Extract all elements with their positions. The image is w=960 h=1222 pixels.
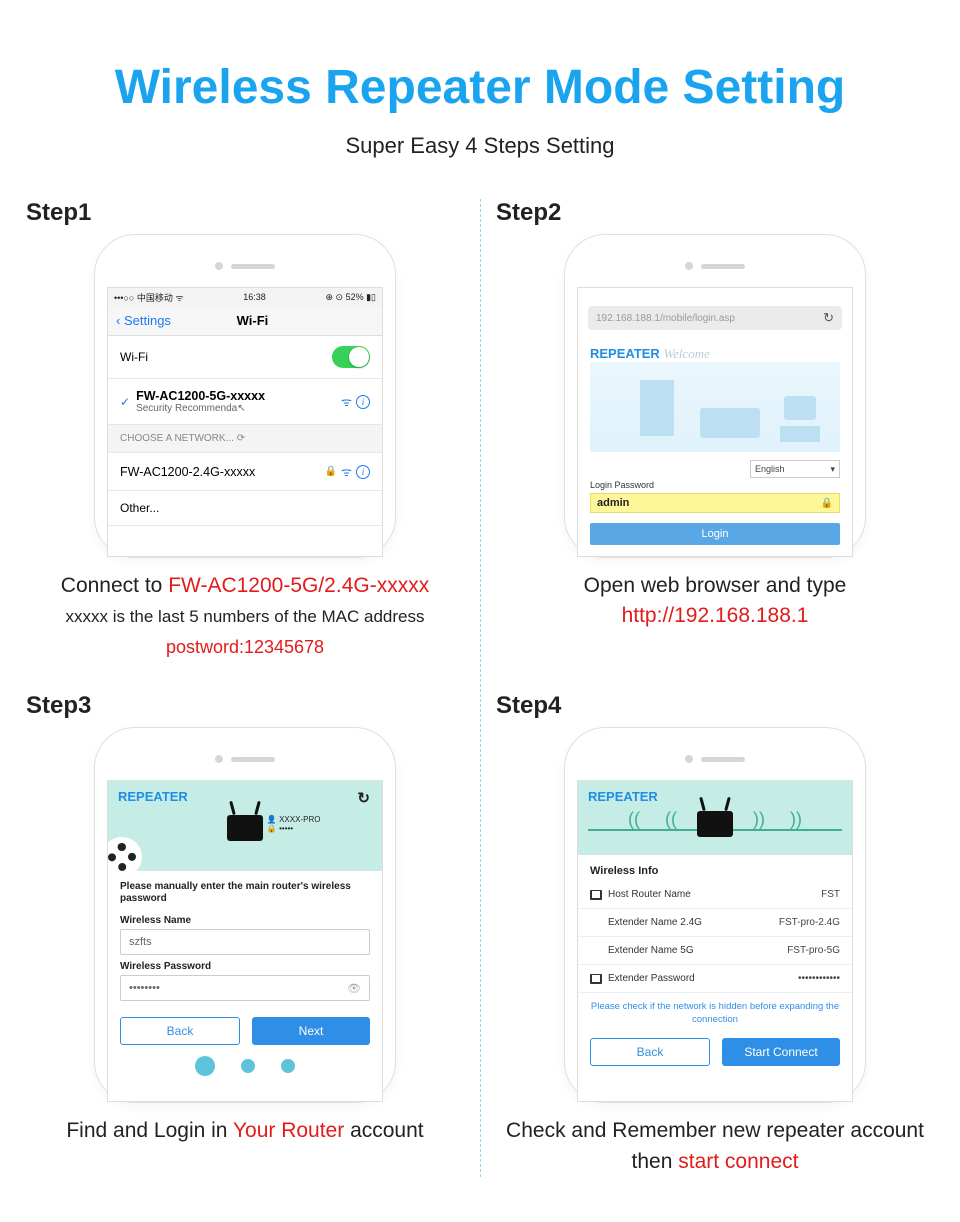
camera-icon <box>215 262 223 270</box>
speaker-icon <box>231 264 275 269</box>
router-info: 👤 XXXX-PRO 🔒 ••••• <box>267 815 321 833</box>
choose-network-header: CHOOSE A NETWORK... ⟳ <box>108 425 382 453</box>
url-bar[interactable]: 192.168.188.1/mobile/login.asp ↻ <box>588 306 842 330</box>
wifi-icon: ᯤ <box>341 463 352 480</box>
wireless-password-label: Wireless Password <box>120 961 370 972</box>
signal-left-icon: (( (( <box>628 809 677 830</box>
instruction-note: Please manually enter the main router's … <box>108 871 382 909</box>
step3-label: Step3 <box>26 692 470 720</box>
wireless-name-label: Wireless Name <box>120 915 370 926</box>
step2-caption: Open web browser and type http://192.168… <box>490 571 940 632</box>
speaker-icon <box>701 264 745 269</box>
eye-icon[interactable]: 👁 <box>347 982 361 995</box>
table-row: Extender Name 2.4G FST-pro-2.4G <box>578 909 852 937</box>
step3-caption: Find and Login in Your Router account <box>20 1116 470 1146</box>
camera-icon <box>215 755 223 763</box>
step2-cell: Step2 192.168.188.1/mobile/login.asp ↻ R… <box>490 199 940 662</box>
extender-small-icon <box>590 974 602 984</box>
info-icon[interactable]: i <box>356 465 370 479</box>
url-text: 192.168.188.1/mobile/login.asp <box>596 313 735 324</box>
lock-icon: 🔒 <box>325 466 337 477</box>
back-button[interactable]: Back <box>590 1038 710 1066</box>
page-title: Wireless Repeater Mode Setting <box>20 60 940 115</box>
repeater-header: REPEATER (( (( )) )) <box>578 781 852 855</box>
check-icon: ✓ <box>120 395 130 409</box>
login-password-label: Login Password <box>590 480 840 490</box>
step3-cell: Step3 REPEATER ↻ 👤 XXXX-PRO 🔒 ••••• Plea… <box>20 692 470 1177</box>
reload-icon[interactable]: ↻ <box>823 310 834 326</box>
wireless-info-heading: Wireless Info <box>578 855 852 881</box>
next-button[interactable]: Next <box>252 1017 370 1045</box>
other-network-row[interactable]: Other... <box>108 491 382 526</box>
other-label: Other... <box>120 501 159 515</box>
carrier-text: •••○○ 中国移动 ᯤ <box>114 291 184 304</box>
login-password-input[interactable]: admin🔒 <box>590 493 840 513</box>
wifi-toggle[interactable] <box>332 346 370 368</box>
spinner-icon: ⟳ <box>237 433 245 444</box>
network-name: FW-AC1200-2.4G-xxxxx <box>120 465 255 479</box>
table-row: Extender Password •••••••••••• <box>578 965 852 993</box>
repeater-heading: REPEATER Welcome <box>578 340 852 362</box>
table-row: Extender Name 5G FST-pro-5G <box>578 937 852 965</box>
step2-label: Step2 <box>496 199 940 227</box>
connected-network-sub: Security Recommenda↖ <box>136 403 265 414</box>
phone-mock-step2: 192.168.188.1/mobile/login.asp ↻ REPEATE… <box>565 235 865 557</box>
start-connect-button[interactable]: Start Connect <box>722 1038 840 1066</box>
wireless-name-input[interactable]: szfts <box>120 929 370 955</box>
phone-mock-step1: •••○○ 中国移动 ᯤ 16:38 ⊕ ⊙ 52% ▮▯ ‹ Settings… <box>95 235 395 557</box>
step4-label: Step4 <box>496 692 940 720</box>
camera-icon <box>685 755 693 763</box>
step4-cell: Step4 REPEATER (( (( )) )) Wireless Info… <box>490 692 940 1177</box>
chevron-down-icon: ▾ <box>830 464 835 475</box>
signal-right-icon: )) )) <box>753 809 802 830</box>
step1-caption: Connect to FW-AC1200-5G/2.4G-xxxxx xxxxx… <box>20 571 470 662</box>
progress-dots <box>108 1059 382 1076</box>
network-row[interactable]: FW-AC1200-2.4G-xxxxx 🔒 ᯤi <box>108 453 382 491</box>
repeater-header: REPEATER ↻ 👤 XXXX-PRO 🔒 ••••• <box>108 781 382 871</box>
language-select[interactable]: English▾ <box>750 460 840 478</box>
wifi-icon: ᯤ <box>341 393 352 410</box>
router-small-icon <box>590 890 602 900</box>
status-time: 16:38 <box>243 292 266 302</box>
wifi-nav-bar: ‹ Settings Wi-Fi <box>108 306 382 336</box>
router-icon <box>227 815 263 841</box>
speaker-icon <box>701 757 745 762</box>
speaker-icon <box>231 757 275 762</box>
phone-mock-step4: REPEATER (( (( )) )) Wireless Info Host … <box>565 728 865 1102</box>
warning-text: Please check if the network is hidden be… <box>578 993 852 1034</box>
step4-caption: Check and Remember new repeater account … <box>490 1116 940 1177</box>
login-button[interactable]: Login <box>590 523 840 545</box>
vertical-divider <box>480 199 481 1177</box>
status-right: ⊕ ⊙ 52% ▮▯ <box>325 292 376 303</box>
router-icon <box>697 811 733 837</box>
nav-title: Wi-Fi <box>131 313 374 328</box>
info-icon[interactable]: i <box>356 395 370 409</box>
camera-icon <box>685 262 693 270</box>
refresh-icon[interactable]: ↻ <box>357 789 370 807</box>
back-button[interactable]: Back <box>120 1017 240 1045</box>
status-bar: •••○○ 中国移动 ᯤ 16:38 ⊕ ⊙ 52% ▮▯ <box>108 288 382 306</box>
page-subtitle: Super Easy 4 Steps Setting <box>20 133 940 159</box>
wifi-label: Wi-Fi <box>120 350 148 364</box>
wifi-toggle-row: Wi-Fi <box>108 336 382 379</box>
step1-label: Step1 <box>26 199 470 227</box>
connected-network-row[interactable]: ✓ FW-AC1200-5G-xxxxx Security Recommenda… <box>108 379 382 425</box>
welcome-illustration <box>590 362 840 452</box>
wireless-password-input[interactable]: ••••••••👁 <box>120 975 370 1001</box>
connected-network-name: FW-AC1200-5G-xxxxx <box>136 389 265 403</box>
table-row: Host Router Name FST <box>578 881 852 909</box>
phone-mock-step3: REPEATER ↻ 👤 XXXX-PRO 🔒 ••••• Please man… <box>95 728 395 1102</box>
lock-icon: 🔒 <box>821 498 833 509</box>
step1-cell: Step1 •••○○ 中国移动 ᯤ 16:38 ⊕ ⊙ 52% ▮▯ ‹ Se… <box>20 199 470 662</box>
